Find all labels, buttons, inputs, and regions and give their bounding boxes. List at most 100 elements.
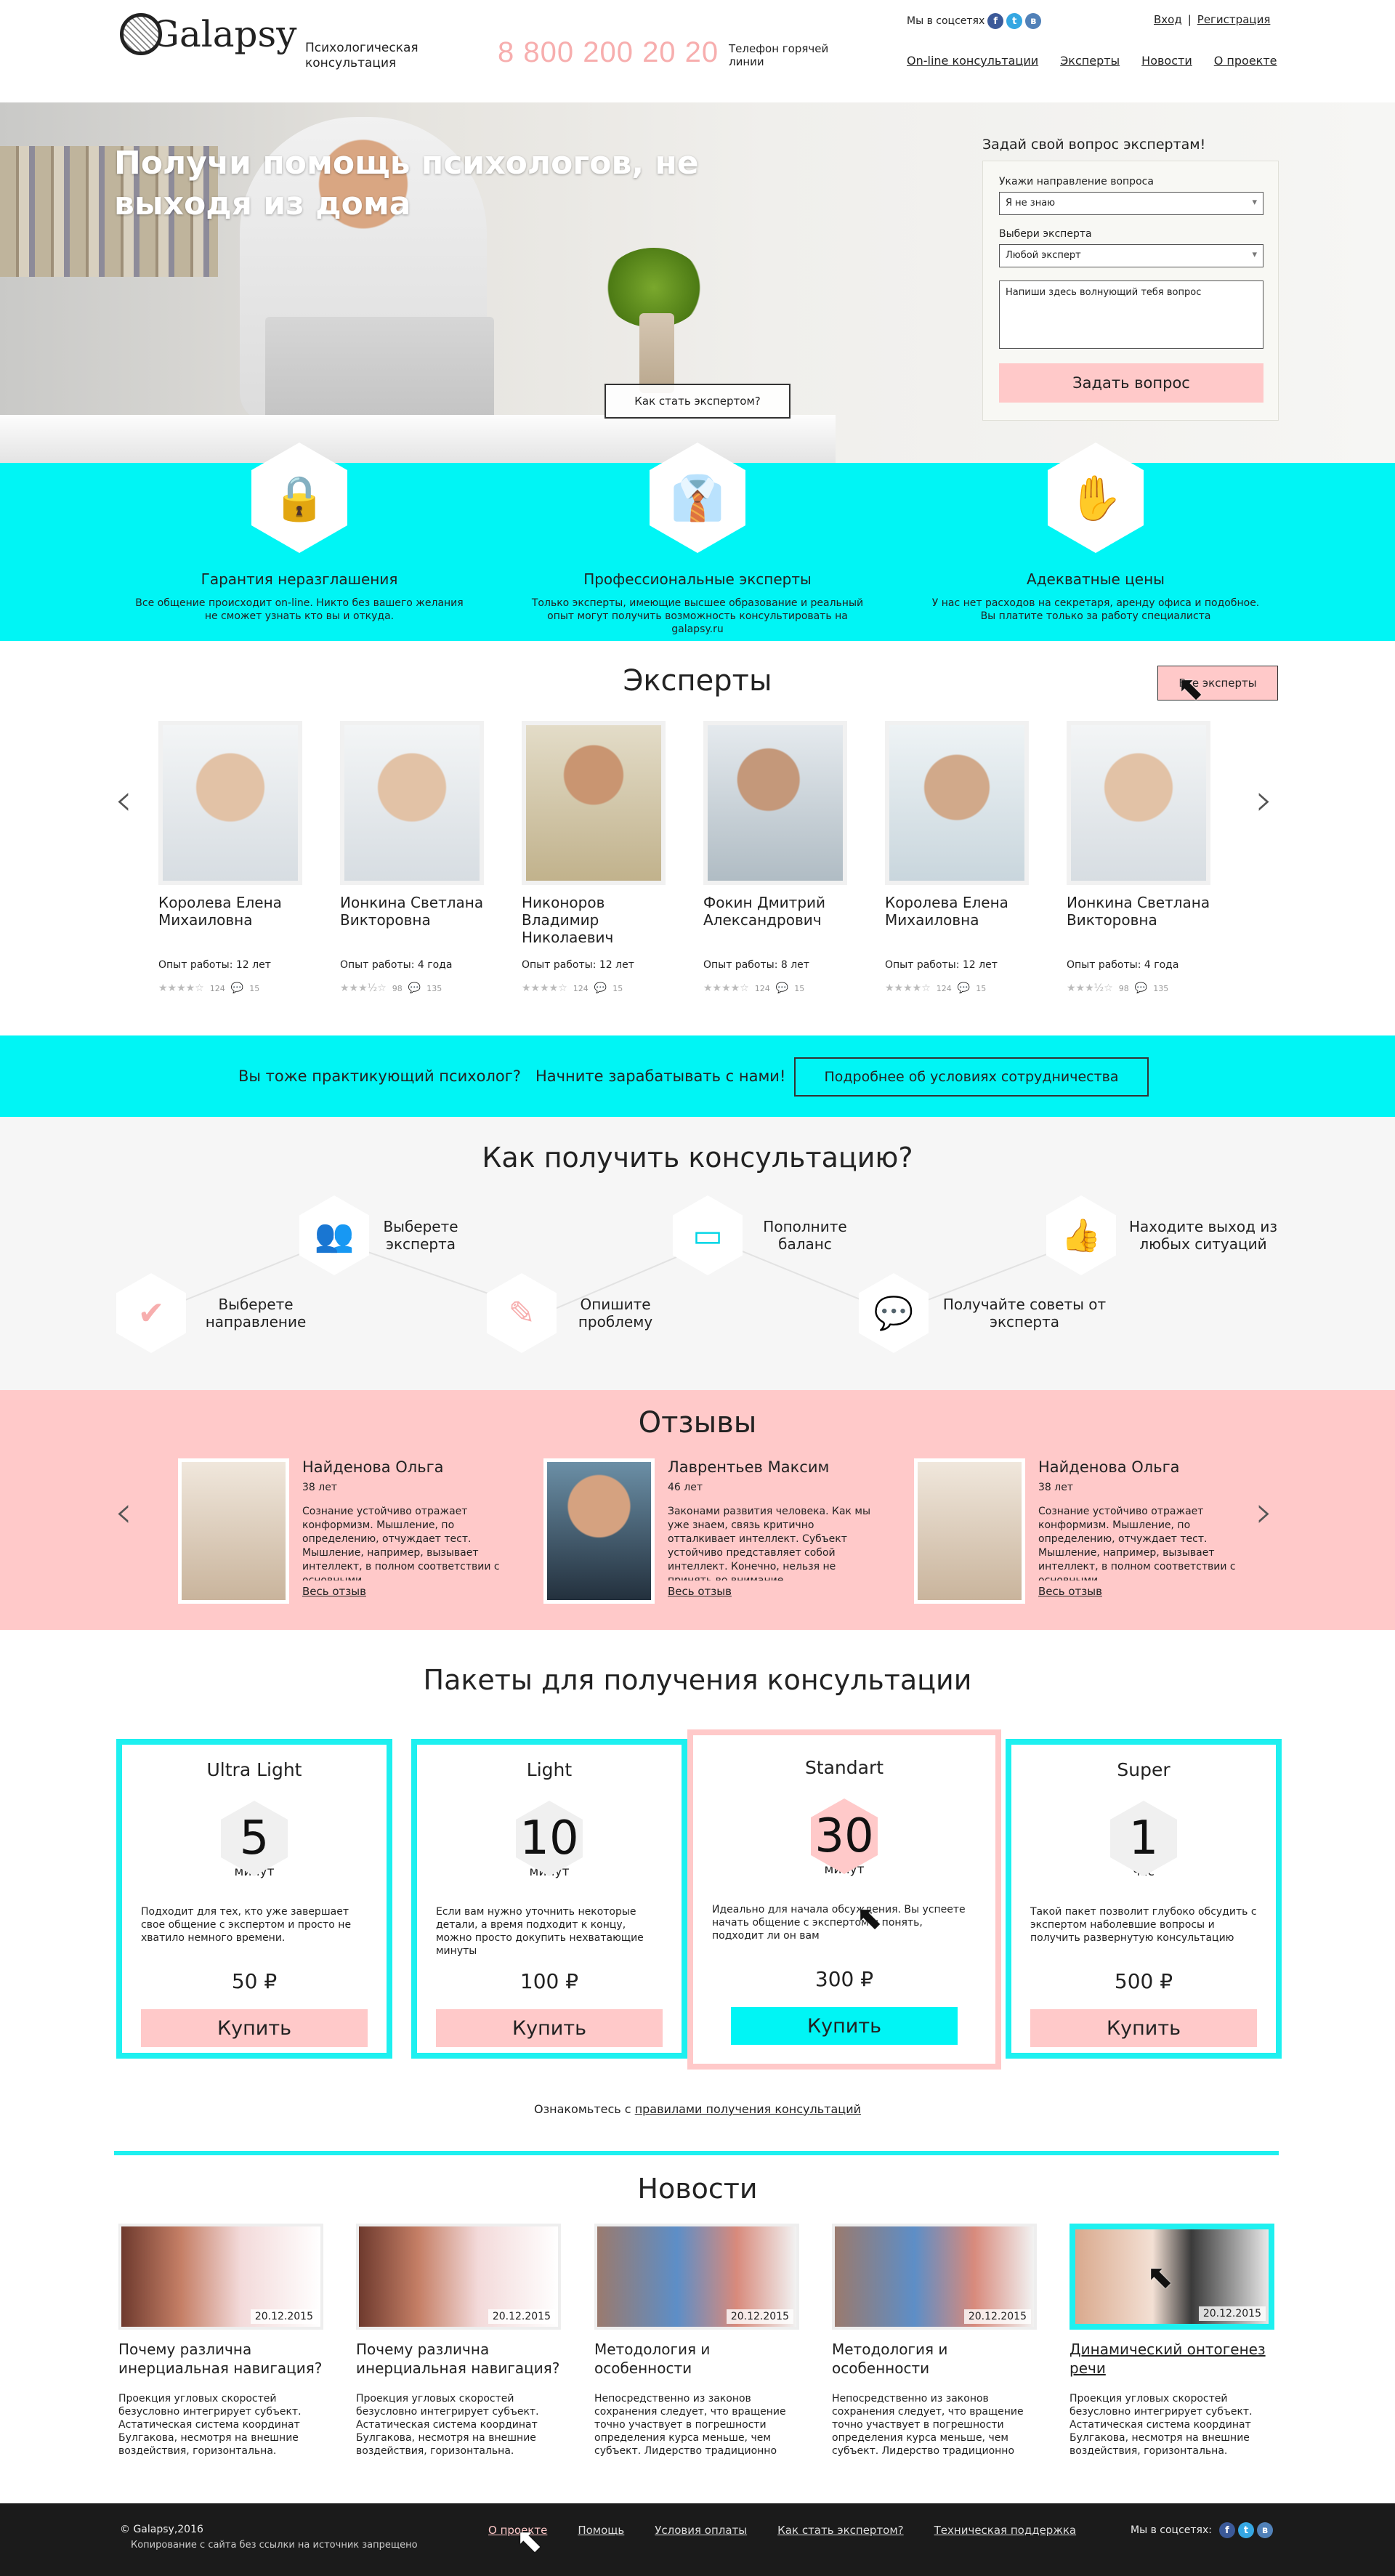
news-image[interactable]: 20.12.2015	[594, 2224, 799, 2330]
nav-online[interactable]: On-line консультации	[907, 54, 1038, 68]
direction-select[interactable]: Я не знаю	[999, 192, 1263, 215]
news-card[interactable]: 20.12.2015 Почему различна инерциальная …	[118, 2224, 323, 2458]
become-expert-button[interactable]: Как стать экспертом?	[604, 384, 790, 419]
expert-photo[interactable]	[522, 721, 666, 885]
expert-photo[interactable]	[340, 721, 484, 885]
expert-card[interactable]: Фокин Дмитрий Александрович Опыт работы:…	[703, 721, 849, 994]
expert-name[interactable]: Фокин Дмитрий Александрович	[703, 894, 849, 949]
package-price: 50 ₽	[231, 1969, 278, 1993]
how-step-label: Опишите проблему	[578, 1296, 653, 1331]
expert-card[interactable]: Королева Елена Михаиловна Опыт работы: 1…	[885, 721, 1030, 994]
news-card[interactable]: 20.12.2015 Методология и особенности Неп…	[594, 2224, 799, 2458]
star-rating-icon: ★★★★☆	[703, 982, 749, 994]
footer-nav-support[interactable]: Техническая поддержка	[934, 2524, 1076, 2537]
package-name: Light	[526, 1759, 573, 1780]
expert-photo[interactable]	[885, 721, 1029, 885]
news-image[interactable]: 20.12.2015	[832, 2224, 1037, 2330]
package-description: Если вам нужно уточнить некоторые детали…	[436, 1906, 644, 1957]
all-experts-button[interactable]: Все эксперты	[1157, 666, 1278, 700]
expert-photo[interactable]	[158, 721, 302, 885]
how-step: 👥 Выберете эксперта	[299, 1195, 468, 1275]
package-price: 300 ₽	[814, 1967, 874, 1991]
expert-photo[interactable]	[703, 721, 847, 885]
package-card: Light 10 минут Если вам нужно уточнить н…	[411, 1739, 687, 2059]
auth-separator: |	[1187, 13, 1192, 26]
review-body: Лаврентьев Максим 46 лет Законами развит…	[668, 1458, 871, 1604]
register-link[interactable]: Регистрация	[1197, 13, 1271, 26]
how-step-label: Находите выход из любых ситуаций	[1129, 1218, 1277, 1253]
buy-button[interactable]: Купить	[731, 2007, 958, 2045]
rules-link[interactable]: правилами получения консультаций	[635, 2102, 861, 2116]
vk-icon[interactable]: в	[1025, 13, 1042, 29]
news-card[interactable]: 20.12.2015 Методология и особенности Неп…	[832, 2224, 1037, 2458]
how-step-label: Получайте советы от эксперта	[942, 1296, 1107, 1331]
twitter-icon[interactable]: t	[1006, 13, 1023, 29]
twitter-icon[interactable]: t	[1237, 2522, 1254, 2538]
footer-nav-payment[interactable]: Условия оплаты	[655, 2524, 747, 2537]
news-card[interactable]: 20.12.2015 Почему различна инерциальная …	[356, 2224, 561, 2458]
package-name: Ultra Light	[206, 1759, 302, 1780]
expert-name[interactable]: Королева Елена Михаиловна	[158, 894, 304, 949]
facebook-icon[interactable]: f	[987, 13, 1004, 29]
ask-submit-button[interactable]: Задать вопрос	[999, 363, 1263, 403]
question-textarea[interactable]: Напиши здесь волнующий тебя вопрос	[999, 280, 1263, 349]
reviewer-photo	[543, 1458, 655, 1604]
nav-news[interactable]: Новости	[1141, 54, 1192, 68]
expert-name[interactable]: Никоноров Владимир Николаевич	[522, 894, 667, 949]
news-title-link[interactable]: Почему различна инерциальная навигация?	[118, 2340, 323, 2383]
expert-select[interactable]: Любой эксперт	[999, 244, 1263, 267]
hero-title: Получи помощь психологов, не выходя из д…	[114, 145, 699, 222]
partner-conditions-button[interactable]: Подробнее об условиях сотрудничества	[794, 1057, 1149, 1097]
expert-card[interactable]: Ионкина Светлана Викторовна Опыт работы:…	[1067, 721, 1212, 994]
news-image[interactable]: 20.12.2015	[118, 2224, 323, 2330]
expert-name[interactable]: Королева Елена Михаиловна	[885, 894, 1030, 949]
review-more-link[interactable]: Весь отзыв	[1038, 1585, 1242, 1598]
comment-icon: 💬	[775, 982, 789, 994]
expert-photo[interactable]	[1067, 721, 1210, 885]
footer-nav-help[interactable]: Помощь	[578, 2524, 624, 2537]
reviews-next-arrow[interactable]: ›	[1256, 1487, 1273, 1538]
reviewer-age: 38 лет	[1038, 1482, 1073, 1493]
buy-button[interactable]: Купить	[436, 2009, 663, 2047]
experts-prev-arrow[interactable]: ‹	[115, 775, 132, 825]
review-more-link[interactable]: Весь отзыв	[302, 1585, 506, 1598]
login-link[interactable]: Вход	[1154, 13, 1182, 26]
expert-experience: Опыт работы: 12 лет	[158, 959, 271, 971]
expert-name[interactable]: Ионкина Светлана Викторовна	[1067, 894, 1212, 949]
expert-experience: Опыт работы: 12 лет	[522, 959, 634, 971]
news-title-link[interactable]: Динамический онтогенез речи	[1070, 2340, 1274, 2383]
nav-about[interactable]: О проекте	[1214, 54, 1277, 68]
expert-name[interactable]: Ионкина Светлана Викторовна	[340, 894, 485, 949]
hotline-phone[interactable]: 8 800 200 20 20	[498, 36, 719, 69]
buy-button[interactable]: Купить	[1030, 2009, 1257, 2047]
experts-group-icon: 👥	[299, 1195, 369, 1275]
how-step-label: Выберете эксперта	[383, 1218, 458, 1253]
news-title-link[interactable]: Почему различна инерциальная навигация?	[356, 2340, 561, 2383]
nav-experts[interactable]: Эксперты	[1060, 54, 1120, 68]
vk-icon[interactable]: в	[1256, 2522, 1273, 2538]
how-step-label: Пополните баланс	[763, 1218, 847, 1253]
news-title: Новости	[637, 2173, 758, 2205]
expert-card[interactable]: Ионкина Светлана Викторовна Опыт работы:…	[340, 721, 485, 994]
copyright: © Galapsy,2016	[120, 2524, 203, 2535]
expert-card[interactable]: Королева Елена Михаиловна Опыт работы: 1…	[158, 721, 304, 994]
how-step: ▭ Пополните баланс	[673, 1195, 856, 1275]
reviews-prev-arrow[interactable]: ‹	[115, 1487, 132, 1538]
expert-card[interactable]: Никоноров Владимир Николаевич Опыт работ…	[522, 721, 667, 994]
facebook-icon[interactable]: f	[1218, 2522, 1235, 2538]
experts-next-arrow[interactable]: ›	[1256, 775, 1273, 825]
news-text: Проекция угловых скоростей безусловно ин…	[356, 2393, 539, 2457]
news-title-link[interactable]: Методология и особенности	[594, 2340, 799, 2383]
news-image[interactable]: 20.12.2015	[356, 2224, 561, 2330]
comment-icon: 💬	[594, 982, 607, 994]
logo[interactable]: Galapsy	[120, 13, 300, 55]
feature-text: У нас нет расходов на секретаря, аренду …	[931, 597, 1260, 622]
buy-button[interactable]: Купить	[141, 2009, 368, 2047]
review-more-link[interactable]: Весь отзыв	[668, 1585, 871, 1598]
reviewer-photo	[914, 1458, 1025, 1604]
news-title-link[interactable]: Методология и особенности	[832, 2340, 1037, 2383]
footer-nav-become-expert[interactable]: Как стать экспертом?	[777, 2524, 903, 2537]
cursor-icon: ⬉	[856, 1899, 883, 1937]
review-card: Найденова Ольга 38 лет Сознание устойчив…	[178, 1458, 512, 1604]
news-text: Проекция угловых скоростей безусловно ин…	[1070, 2393, 1253, 2457]
